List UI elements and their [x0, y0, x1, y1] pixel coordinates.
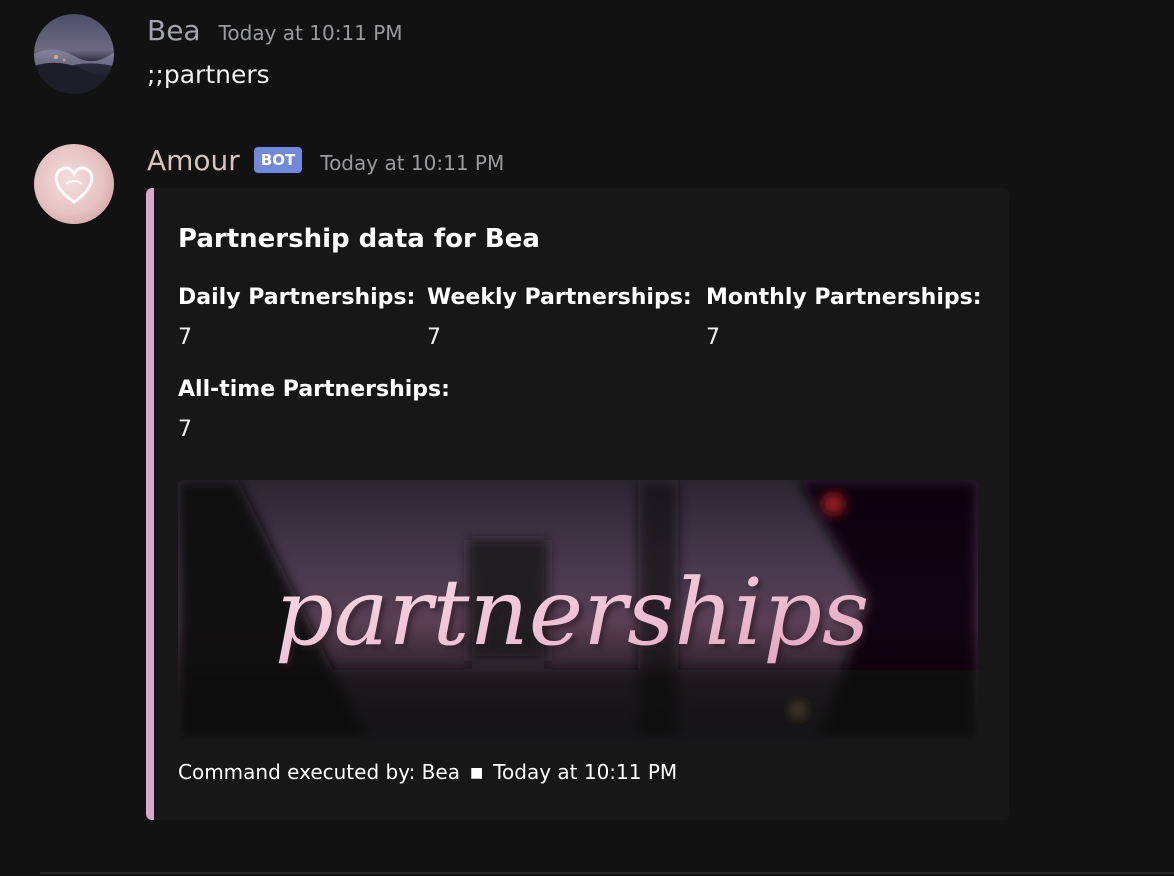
chat-messages: Bea Today at 10:11 PM ;;partners Amour B… — [0, 0, 1174, 876]
embed-image[interactable]: partnerships partnerships — [178, 480, 978, 740]
username[interactable]: Bea — [147, 14, 201, 48]
embed-field-alltime: All-time Partnerships: 7 — [178, 376, 450, 444]
field-value: 7 — [178, 417, 192, 442]
message-timestamp: Today at 10:11 PM — [320, 151, 505, 175]
field-value: 7 — [178, 325, 192, 350]
embed-title: Partnership data for Bea — [178, 224, 540, 254]
message-timestamp: Today at 10:11 PM — [218, 21, 403, 45]
message-header: Amour BOT Today at 10:11 PM — [147, 144, 504, 178]
embed-field-monthly: Monthly Partnerships: 7 — [706, 284, 982, 352]
field-name: Monthly Partnerships: — [706, 285, 982, 310]
avatar-amour[interactable] — [34, 144, 114, 224]
field-value: 7 — [427, 325, 441, 350]
footer-separator: ■ — [469, 765, 484, 781]
field-name: Weekly Partnerships: — [427, 285, 692, 310]
image-script-text: partnerships — [275, 559, 869, 666]
footer-text: Command executed by: Bea — [178, 760, 460, 784]
footer-timestamp: Today at 10:11 PM — [493, 760, 678, 784]
avatar-bea[interactable] — [34, 14, 114, 94]
embed-footer: Command executed by: Bea ■ Today at 10:11 … — [178, 760, 677, 784]
embed-field-daily: Daily Partnerships: 7 — [178, 284, 415, 352]
field-name: Daily Partnerships: — [178, 285, 416, 310]
field-name: All-time Partnerships: — [178, 377, 450, 402]
message-header: Bea Today at 10:11 PM — [147, 14, 403, 48]
divider — [40, 872, 1174, 874]
message-bea: Bea Today at 10:11 PM ;;partners — [0, 0, 1174, 110]
bot-badge: BOT — [253, 147, 303, 173]
message-content: ;;partners — [147, 60, 270, 89]
username[interactable]: Amour — [147, 144, 240, 178]
embed-field-weekly: Weekly Partnerships: 7 — [427, 284, 692, 352]
embed: Partnership data for Bea Daily Partnersh… — [146, 188, 1009, 820]
field-value: 7 — [706, 325, 720, 350]
embed-accent-bar — [146, 188, 154, 820]
